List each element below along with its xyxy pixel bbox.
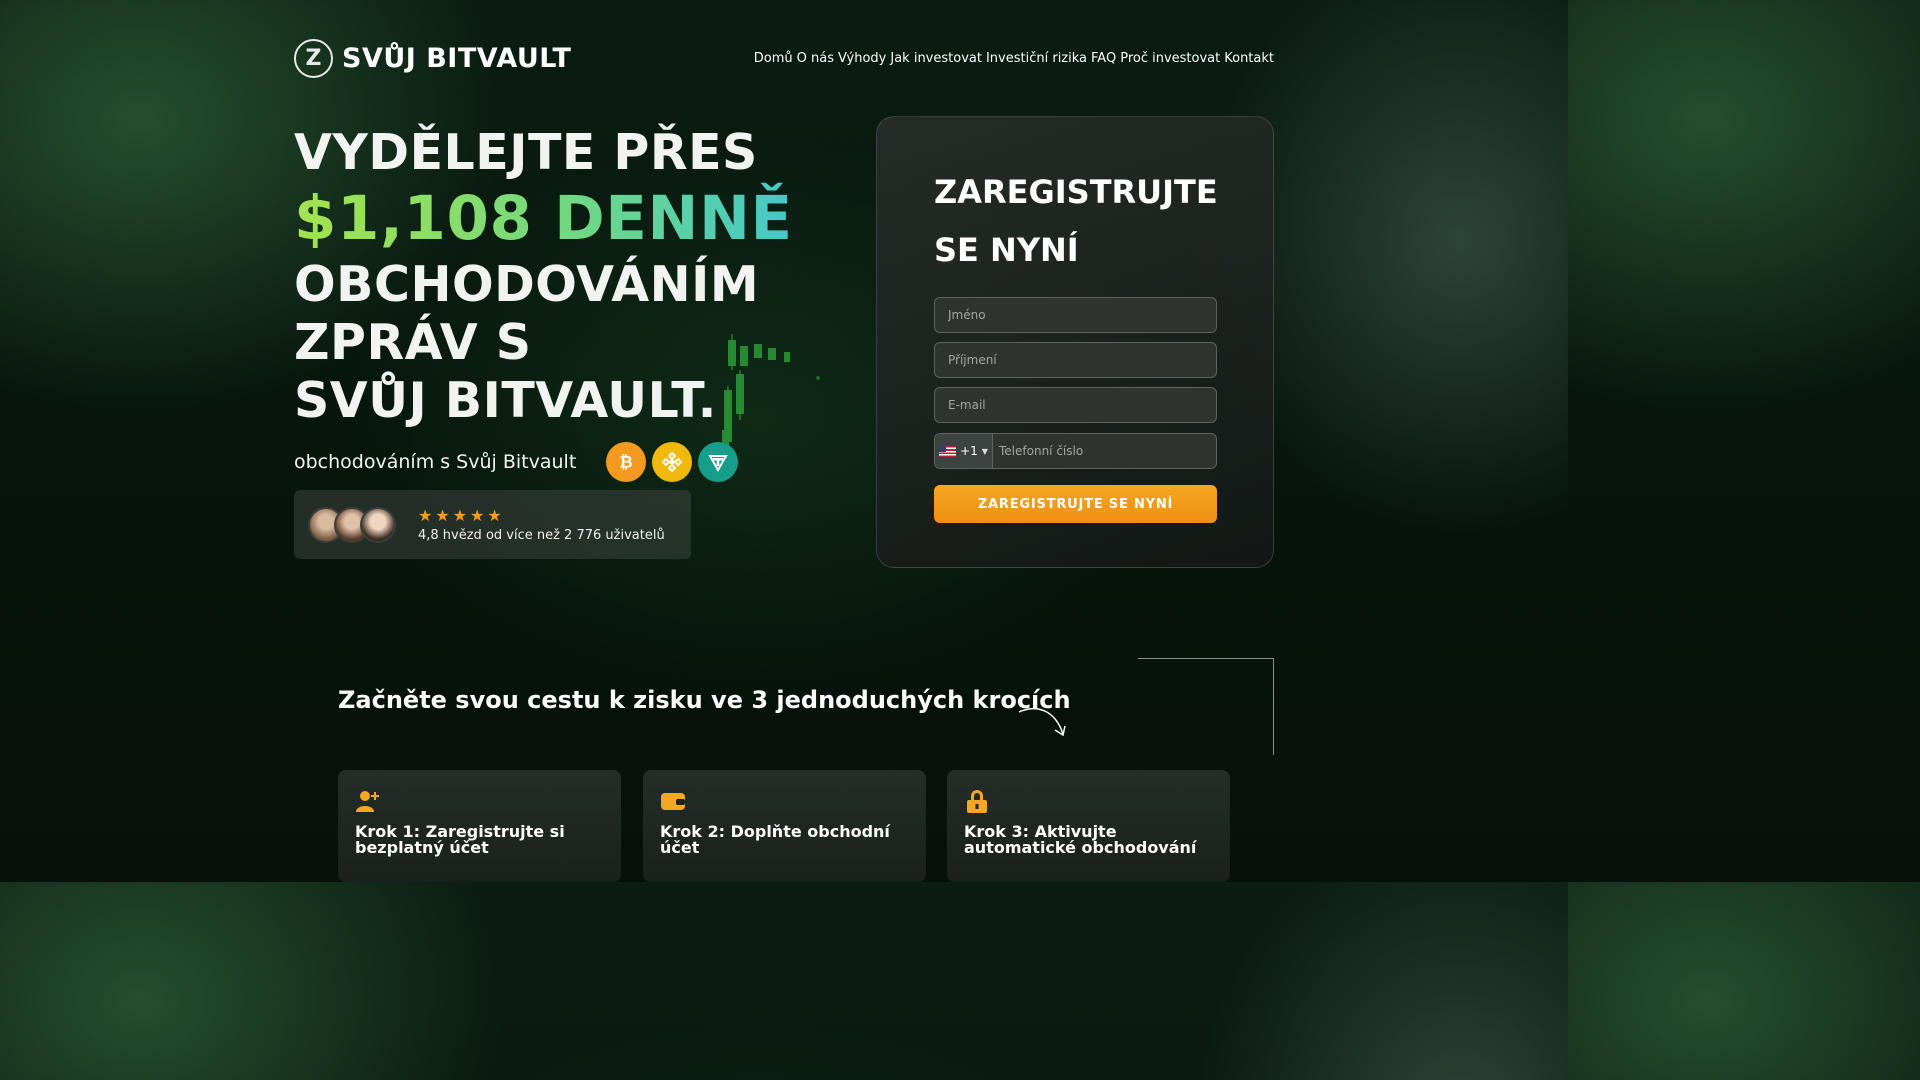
nav-link-how-to-invest[interactable]: Jak investovat bbox=[890, 51, 982, 66]
form-title: ZAREGISTRUJTE SE NYNÍ bbox=[934, 173, 1218, 269]
nav-link-about[interactable]: O nás bbox=[797, 51, 834, 66]
logo-text: SVŮJ BITVAULT bbox=[342, 42, 572, 74]
first-name-input[interactable] bbox=[934, 297, 1217, 333]
nav-link-risks[interactable]: Investiční rizika bbox=[986, 51, 1087, 66]
logo[interactable]: Z SVŮJ BITVAULT bbox=[294, 38, 572, 78]
headline-line-5: SVŮJ BITVAULT. bbox=[294, 372, 717, 429]
registration-form: ZAREGISTRUJTE SE NYNÍ +1 ▼ ZAREGISTRUJTE… bbox=[876, 116, 1274, 568]
nav-link-benefits[interactable]: Výhody bbox=[838, 51, 886, 66]
wallet-icon bbox=[661, 793, 685, 810]
phone-input[interactable] bbox=[993, 434, 1216, 468]
step-card-1: Krok 1: Zaregistrujte si bezplatný účet bbox=[338, 770, 621, 882]
us-flag-icon bbox=[939, 445, 957, 457]
logo-icon: Z bbox=[294, 38, 333, 78]
headline-line-1: VYDĚLEJTE PŘES bbox=[294, 124, 758, 181]
lock-icon bbox=[967, 790, 987, 813]
phone-field: +1 ▼ bbox=[934, 433, 1217, 469]
avatar-group bbox=[308, 506, 396, 543]
step-card-3: Krok 3: Aktivujte automatické obchodován… bbox=[947, 770, 1230, 882]
nav-link-why-invest[interactable]: Proč investovat bbox=[1120, 51, 1220, 66]
hero-subtitle-row: obchodováním s Svůj Bitvault ₿ bbox=[294, 442, 739, 482]
svg-text:₿: ₿ bbox=[620, 453, 633, 472]
star-rating-icon: ★★★★★ bbox=[418, 505, 505, 525]
headline-line-4: ZPRÁV S bbox=[294, 314, 532, 371]
headline-line-3: OBCHODOVÁNÍM bbox=[294, 256, 760, 313]
step-title: Krok 2: Doplňte obchodní účet bbox=[660, 822, 890, 857]
last-name-input[interactable] bbox=[934, 342, 1217, 378]
country-code-select[interactable]: +1 ▼ bbox=[935, 434, 993, 468]
steps-title: Začněte svou cestu k zisku ve 3 jednoduc… bbox=[338, 686, 1071, 714]
main-nav: Domů O nás Výhody Jak investovat Investi… bbox=[754, 51, 1274, 66]
avatar bbox=[360, 506, 396, 543]
binance-icon bbox=[652, 442, 693, 482]
site-header: Z SVŮJ BITVAULT Domů O nás Výhody Jak in… bbox=[294, 38, 1274, 78]
coin-icons: ₿ bbox=[606, 442, 739, 482]
nav-link-home[interactable]: Domů bbox=[754, 51, 793, 66]
step-title: Krok 3: Aktivujte automatické obchodován… bbox=[964, 822, 1197, 857]
rating-info: ★★★★★ 4,8 hvězd od více než 2 776 uživat… bbox=[418, 505, 665, 543]
headline-amount: $1,108 DENNĚ bbox=[294, 182, 814, 256]
nav-link-faq[interactable]: FAQ bbox=[1091, 51, 1116, 66]
decorative-corner-line bbox=[1138, 658, 1274, 755]
nav-link-contact[interactable]: Kontakt bbox=[1224, 51, 1274, 66]
curved-arrow-icon bbox=[1018, 707, 1066, 737]
step-title: Krok 1: Zaregistrujte si bezplatný účet bbox=[355, 822, 565, 857]
hero-headline: VYDĚLEJTE PŘES $1,108 DENNĚ OBCHODOVÁNÍM… bbox=[294, 124, 814, 430]
chevron-down-icon: ▼ bbox=[981, 446, 988, 456]
rating-text: 4,8 hvězd od více než 2 776 uživatelů bbox=[418, 527, 665, 543]
email-input[interactable] bbox=[934, 387, 1217, 423]
tether-icon bbox=[698, 442, 739, 482]
user-rating-panel: ★★★★★ 4,8 hvězd od více než 2 776 uživat… bbox=[294, 490, 691, 559]
bitcoin-icon: ₿ bbox=[606, 442, 647, 482]
step-card-2: Krok 2: Doplňte obchodní účet bbox=[643, 770, 926, 882]
hero-subtitle: obchodováním s Svůj Bitvault bbox=[294, 451, 577, 473]
register-button[interactable]: ZAREGISTRUJTE SE NYNÍ bbox=[934, 485, 1217, 523]
country-code: +1 bbox=[960, 444, 978, 458]
add-user-icon bbox=[356, 791, 379, 812]
